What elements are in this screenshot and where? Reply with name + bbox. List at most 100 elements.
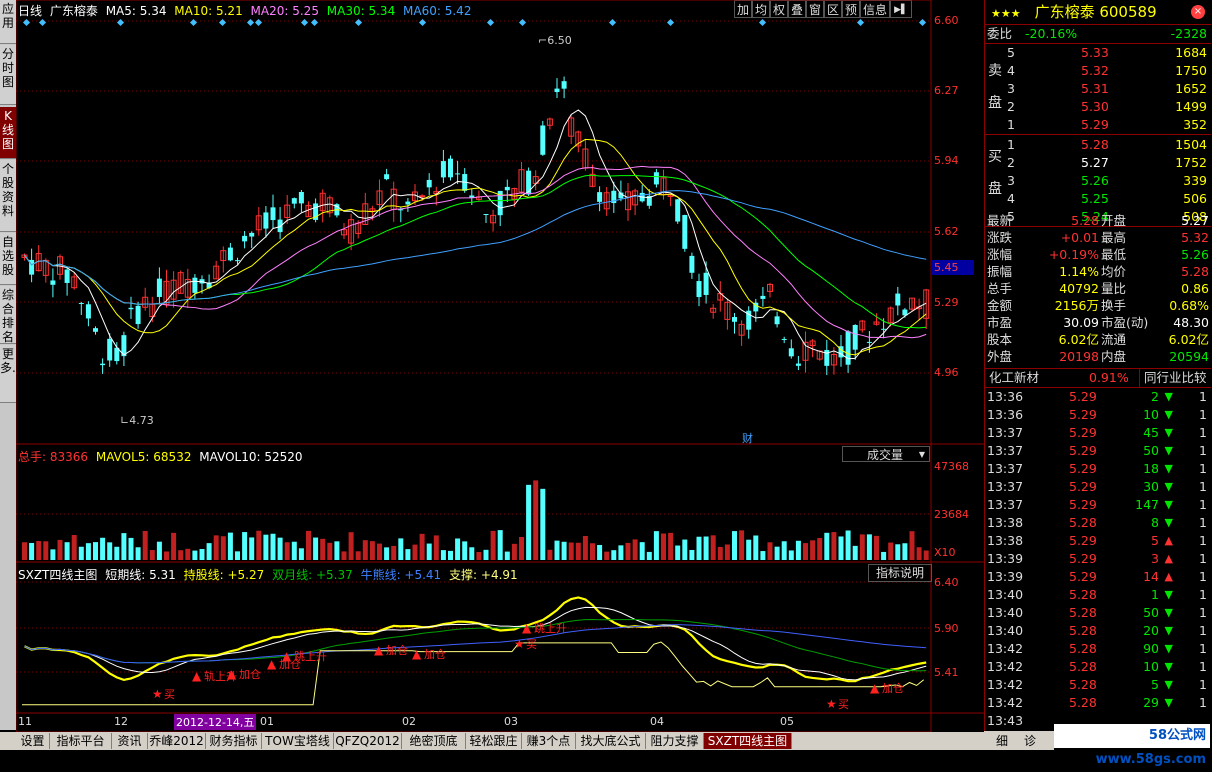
tick-count: 1 (1199, 461, 1207, 476)
tick-row: 13:37 5.29 147 ▼ 1 (985, 496, 1211, 514)
volume-bar (455, 538, 461, 560)
quote-value: 1.14% (1059, 264, 1099, 279)
volume-bar (568, 542, 574, 560)
left-tab-0[interactable]: 应用 (0, 0, 16, 44)
candle (724, 298, 731, 330)
tick-count: 1 (1199, 605, 1207, 620)
volume-bar (476, 551, 482, 560)
left-tab-6[interactable]: 更多.. (0, 345, 20, 403)
candle (767, 282, 773, 298)
volume-bar (121, 533, 127, 560)
tick-row: 13:37 5.29 50 ▼ 1 (985, 442, 1211, 460)
volume-bar (433, 535, 439, 560)
bottom-tab-1[interactable]: 指标平台 (50, 733, 112, 749)
industry-compare-button[interactable]: 同行业比较 (1139, 369, 1207, 387)
tick-price: 5.29 (1069, 551, 1097, 566)
bottom-tab-8[interactable]: 轻松跟庄 (466, 733, 522, 749)
quote-label: 股本 (987, 332, 1013, 347)
quote-label: 开盘 (1101, 213, 1127, 228)
indicator-help-button[interactable]: 指标说明 (868, 564, 932, 582)
chart-area[interactable]: 日线 广东榕泰 MA5: 5.34 MA10: 5.21 MA20: 5.25 … (16, 0, 984, 732)
volume-bar (164, 551, 169, 560)
candle (100, 358, 106, 374)
tick-volume: 2 (1151, 389, 1159, 404)
bottom-tab-2[interactable]: 资讯 (112, 733, 148, 749)
candle (50, 268, 56, 298)
sell-volume: 1499 (1175, 99, 1207, 114)
tick-count: 1 (1199, 425, 1207, 440)
volume-bar (320, 538, 326, 560)
bottom-tab-11[interactable]: 阻力支撑 (646, 733, 704, 749)
candle (689, 252, 695, 279)
buy-label-1: 买 (988, 149, 1002, 165)
volume-bar (142, 530, 148, 560)
quote-row: 股本 6.02亿 流通 6.02亿 (985, 331, 1211, 348)
volume-indicator-select[interactable]: 成交量 ▼ (842, 446, 930, 462)
bottom-tab-6[interactable]: QFZQ2012 (334, 733, 402, 749)
arrow-down-icon: ▼ (1164, 462, 1173, 475)
volume-bar (575, 542, 581, 560)
ma10-line (24, 138, 927, 356)
buy-level-num: 1 (1007, 137, 1015, 152)
volume-bar (220, 536, 226, 560)
high-annotation-value: 6.50 (547, 34, 572, 47)
tick-price: 5.28 (1069, 659, 1097, 674)
quote-value: 6.02亿 (1168, 332, 1209, 347)
candle (667, 194, 674, 207)
volume-bar (256, 530, 262, 560)
buy-volume: 339 (1183, 173, 1207, 188)
left-tab-3[interactable]: 个股资料 (0, 160, 16, 232)
volume-bar (810, 540, 816, 560)
signal-label: 加仓 (882, 681, 904, 695)
bottom-tab-5[interactable]: TOW宝塔线 (262, 733, 334, 749)
tick-count: 1 (1199, 641, 1207, 656)
date-highlight: 2012-12-14,五 (174, 714, 257, 730)
close-icon[interactable]: × (1191, 5, 1205, 19)
bottom-tab-12[interactable]: SXZT四线主图 (704, 733, 792, 749)
volume-bar (803, 543, 808, 560)
indicator-tick-0: 6.40 (934, 576, 959, 589)
sell-level-num: 2 (1007, 99, 1015, 114)
quote-value: 2156万 (1054, 298, 1099, 313)
tick-volume: 3 (1151, 551, 1159, 566)
volume-bar (632, 539, 638, 560)
bottom-tab-7[interactable]: 绝密顶底 (402, 733, 466, 749)
volume-bar (93, 542, 98, 560)
volume-bar (469, 547, 475, 560)
tick-count: 1 (1199, 389, 1207, 404)
bottom-tab-3[interactable]: 乔峰2012 (148, 733, 206, 749)
volume-bar (547, 549, 553, 560)
candle (923, 288, 930, 329)
sell-level-num: 5 (1007, 45, 1015, 60)
volume-bar (519, 537, 524, 560)
tick-count: 1 (1199, 587, 1207, 602)
industry-pct: 0.91% (1089, 370, 1129, 385)
bottom-tab-4[interactable]: 财务指标 (206, 733, 262, 749)
tick-price: 5.29 (1069, 407, 1097, 422)
candle (895, 286, 901, 316)
finance-marker[interactable]: 财 (742, 430, 753, 446)
volume-bar (895, 544, 901, 560)
candle (462, 168, 468, 193)
left-tab-1[interactable]: 分时图 (0, 45, 16, 105)
bottom-tab-9[interactable]: 赚3个点 (522, 733, 576, 749)
candle (85, 301, 91, 327)
left-tab-4[interactable]: 自选股 (0, 233, 16, 285)
industry-name: 化工新材 (989, 370, 1040, 385)
left-tab-5[interactable]: 综合排名 (0, 286, 16, 344)
volume-bar (611, 550, 617, 560)
bottom-tab-0[interactable]: 设置 (16, 733, 50, 749)
svg-text:▲: ▲ (374, 643, 384, 657)
tick-count: 1 (1199, 551, 1207, 566)
arrow-up-icon: ▲ (1164, 534, 1173, 547)
candle (128, 296, 134, 319)
left-tab-2[interactable]: K线图 (0, 107, 16, 159)
diagnose-tab[interactable]: 诊 (1024, 732, 1036, 749)
bottom-tab-10[interactable]: 找大底公式 (576, 733, 646, 749)
volume-bar (398, 538, 404, 560)
candle (653, 169, 659, 188)
quote-label: 量比 (1101, 281, 1127, 296)
detail-tab[interactable]: 细 (996, 732, 1008, 749)
volume-bar (178, 550, 184, 560)
price-tick-5: 4.96 (934, 366, 959, 379)
